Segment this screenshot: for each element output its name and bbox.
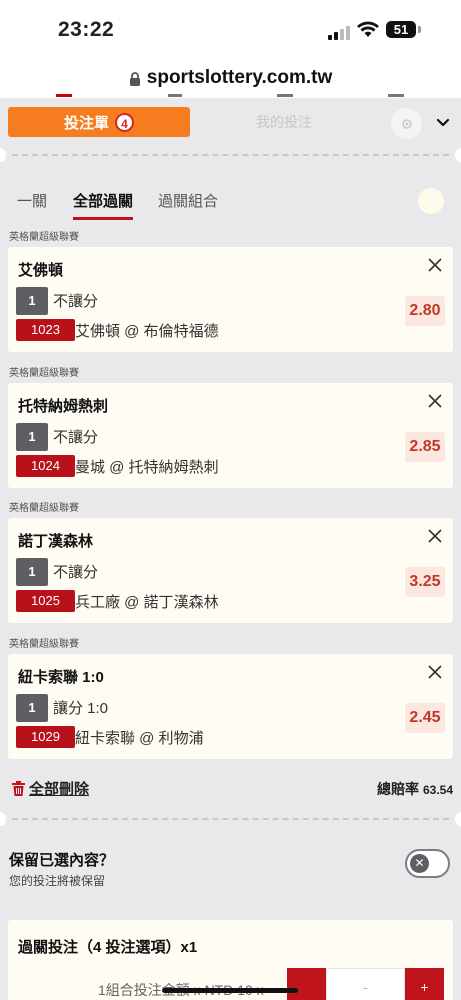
selection-odds: 3.25 (405, 567, 445, 597)
plus-button[interactable]: + (405, 968, 444, 1000)
close-icon[interactable] (426, 256, 444, 274)
delete-all-label: 全部刪除 (29, 781, 90, 798)
match-name: 曼城 @ 托特納姆熱刺 (75, 459, 219, 476)
total-odds-value: 63.54 (422, 783, 453, 797)
selection-card: 托特納姆熱刺 1 不讓分 1024 曼城 @ 托特納姆熱刺 2.85 (8, 383, 453, 488)
status-bar: 23:22 51 (0, 0, 461, 58)
total-odds-label: 總賠率 (376, 781, 419, 797)
slip-actions: 全部刪除 總賠率 63.54 (0, 776, 461, 800)
selection-odds: 2.85 (405, 432, 445, 462)
selection-odds: 2.80 (405, 296, 445, 326)
trash-icon (12, 781, 25, 796)
selection-card: 紐卡索聯 1:0 1 讓分 1:0 1029 紐卡索聯 @ 利物浦 2.45 (8, 654, 453, 759)
match-name: 艾佛頓 @ 布倫特福德 (75, 323, 219, 340)
keep-selections-row: 保留已選內容？ 您的投注將被保留 ✕ (0, 840, 461, 900)
selection-market: 不讓分 (53, 429, 99, 446)
gear-icon (401, 118, 412, 129)
tab-parlay-combo[interactable]: 過關組合 (158, 190, 218, 211)
tab-single[interactable]: 一關 (17, 190, 47, 211)
betslip-header: 投注單 4 我的投注 (0, 98, 461, 148)
bet-mode-tabs: 一關 全部過關 過關組合 (0, 186, 461, 220)
clock: 23:22 (58, 18, 115, 41)
selection-number: 1 (16, 694, 48, 722)
close-icon[interactable] (426, 527, 444, 545)
match-code: 1029 (16, 726, 75, 748)
mode-indicator-dot (418, 188, 444, 214)
address-bar[interactable]: sportslottery.com.tw (0, 58, 461, 98)
betslip-count-badge: 4 (115, 112, 134, 132)
selection-market: 不讓分 (53, 564, 99, 581)
match-name: 兵工廠 @ 諾丁漢森林 (75, 594, 219, 611)
league-label: 英格蘭超級聯賽 (9, 503, 79, 514)
tab-betslip[interactable]: 投注單 4 (8, 107, 190, 137)
selection-number: 1 (16, 423, 48, 451)
dashed-divider (0, 812, 461, 826)
selection-team: 托特納姆熱刺 (18, 398, 109, 415)
close-icon[interactable] (426, 392, 444, 410)
keep-selections-toggle[interactable]: ✕ (405, 849, 450, 878)
selection-number: 1 (16, 287, 48, 315)
selection-team: 紐卡索聯 1:0 (18, 669, 104, 686)
parlay-title: 過關投注（4 投注選項）x1 (18, 939, 198, 956)
keep-selections-subtitle: 您的投注將被保留 (9, 874, 106, 888)
total-odds: 總賠率 63.54 (377, 779, 453, 799)
selection-market: 不讓分 (53, 293, 99, 310)
wifi-icon (357, 21, 379, 37)
league-label: 英格蘭超級聯賽 (9, 639, 79, 650)
toggle-off-icon: ✕ (410, 854, 429, 873)
match-name: 紐卡索聯 @ 利物浦 (75, 730, 204, 747)
stake-stepper: - + (287, 968, 444, 1000)
dashed-divider (0, 148, 461, 162)
league-label: 英格蘭超級聯賽 (9, 232, 79, 243)
selection-card: 諾丁漢森林 1 不讓分 1025 兵工廠 @ 諾丁漢森林 3.25 (8, 518, 453, 623)
match-code: 1023 (16, 319, 75, 341)
tab-all-parlay[interactable]: 全部過關 (73, 190, 134, 220)
home-indicator (162, 988, 298, 993)
selection-number: 1 (16, 558, 48, 586)
selection-team: 諾丁漢森林 (18, 533, 94, 550)
tab-my-bets[interactable]: 我的投注 (214, 107, 354, 137)
selection-card: 艾佛頓 1 不讓分 1023 艾佛頓 @ 布倫特福德 2.80 (8, 247, 453, 352)
chevron-down-icon[interactable] (433, 112, 453, 132)
selection-odds: 2.45 (405, 703, 445, 733)
betslip-panel: 投注單 4 我的投注 一關 全部過關 過關組合 英格蘭超級聯賽 艾佛頓 1 不讓… (0, 98, 461, 1000)
close-icon[interactable] (426, 663, 444, 681)
settings-button[interactable] (391, 108, 422, 139)
tab-betslip-label: 投注單 (63, 114, 109, 132)
minus-button[interactable] (287, 968, 326, 1000)
delete-all-button[interactable]: 全部刪除 (12, 778, 89, 799)
stake-input[interactable]: - (326, 968, 405, 1000)
selection-market: 讓分 1:0 (53, 700, 109, 717)
match-code: 1025 (16, 590, 75, 612)
selection-team: 艾佛頓 (18, 262, 64, 279)
league-label: 英格蘭超級聯賽 (9, 368, 79, 379)
match-code: 1024 (16, 455, 75, 477)
battery-tip (418, 26, 421, 33)
url-text: sportslottery.com.tw (146, 67, 333, 88)
battery-icon: 51 (386, 21, 416, 38)
lock-icon (129, 72, 140, 86)
keep-selections-title: 保留已選內容？ (9, 852, 115, 869)
signal-icon (328, 26, 350, 40)
